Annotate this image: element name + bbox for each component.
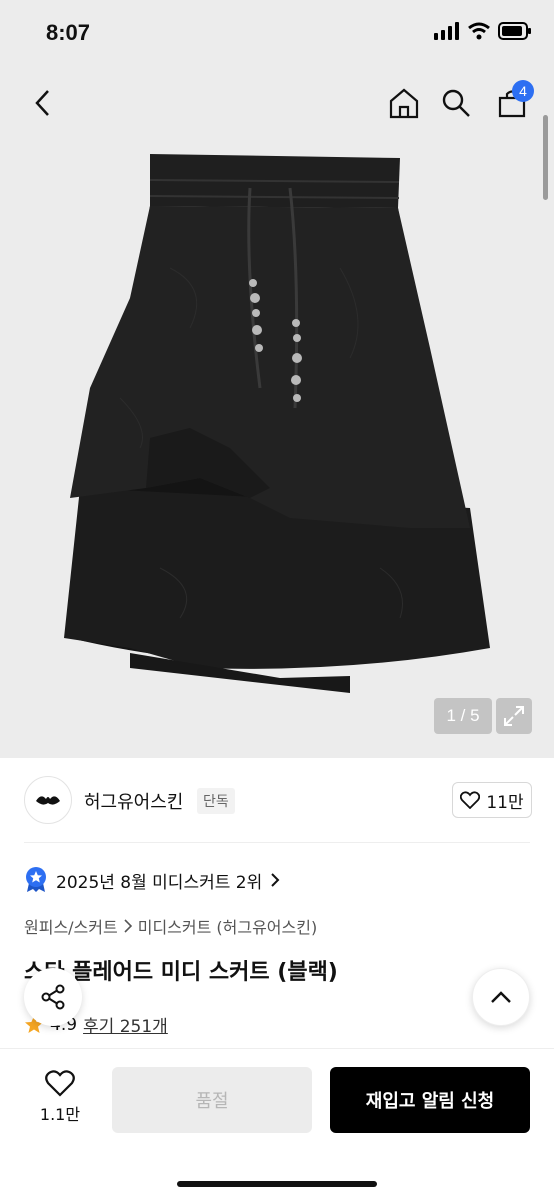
scroll-top-button[interactable]	[472, 968, 530, 1026]
breadcrumb-category[interactable]: 원피스/스커트	[24, 914, 118, 938]
chevron-right-icon	[271, 873, 280, 887]
status-icons	[434, 22, 532, 40]
soldout-button: 품절	[112, 1067, 312, 1133]
status-bar: 8:07	[0, 0, 554, 70]
home-button[interactable]	[382, 80, 426, 126]
bottom-action-bar: 1.1만 품절 재입고 알림 신청	[0, 1048, 554, 1200]
brand-row: 허그유어스킨 단독 11만	[24, 776, 532, 824]
brand-name[interactable]: 허그유어스킨	[84, 788, 183, 814]
brand-logo-icon	[36, 796, 60, 805]
signal-icon	[434, 22, 459, 40]
chevron-left-icon	[35, 90, 49, 116]
breadcrumb-subcategory[interactable]: 미디스커트 (허그유어스킨)	[138, 914, 318, 938]
home-icon	[389, 88, 419, 119]
scrollbar[interactable]	[543, 115, 548, 200]
award-badge-icon	[26, 867, 46, 892]
reviews-link[interactable]: 후기 251개	[83, 1012, 168, 1037]
exclusive-badge: 단독	[197, 788, 235, 814]
chevron-up-icon	[491, 991, 511, 1003]
ranking-text: 2025년 8월 미디스커트 2위	[56, 872, 263, 893]
search-icon	[442, 89, 470, 117]
back-button[interactable]	[20, 80, 64, 126]
home-indicator	[177, 1181, 377, 1187]
wish-button[interactable]: 1.1만	[30, 1069, 90, 1129]
restock-alert-button[interactable]: 재입고 알림 신청	[330, 1067, 530, 1133]
status-time: 8:07	[46, 20, 91, 45]
brand-like-count: 11만	[486, 792, 524, 813]
cart-button[interactable]: 4	[490, 80, 534, 126]
search-button[interactable]	[434, 80, 478, 126]
brand-like-button[interactable]: 11만	[452, 782, 532, 818]
share-button[interactable]	[24, 968, 82, 1026]
divider	[24, 842, 530, 843]
heart-icon	[45, 1070, 75, 1097]
battery-icon	[498, 22, 531, 40]
brand-logo[interactable]	[24, 776, 72, 824]
cart-count-badge: 4	[512, 80, 534, 102]
product-image	[64, 154, 490, 693]
breadcrumb: 원피스/스커트 미디스커트 (허그유어스킨)	[24, 914, 317, 938]
expand-button[interactable]	[496, 698, 532, 734]
chevron-right-icon	[124, 919, 132, 933]
ranking-link[interactable]: 2025년 8월 미디스커트 2위	[24, 866, 280, 894]
wifi-icon	[468, 22, 490, 40]
expand-icon	[504, 706, 524, 726]
top-nav: 4	[0, 80, 554, 130]
heart-icon	[460, 791, 481, 809]
wish-count: 1.1만	[39, 1105, 81, 1124]
share-icon	[41, 984, 65, 1010]
product-gallery[interactable]: 8:07 4 1 / 5	[0, 0, 554, 758]
gallery-pager: 1 / 5	[434, 698, 492, 734]
